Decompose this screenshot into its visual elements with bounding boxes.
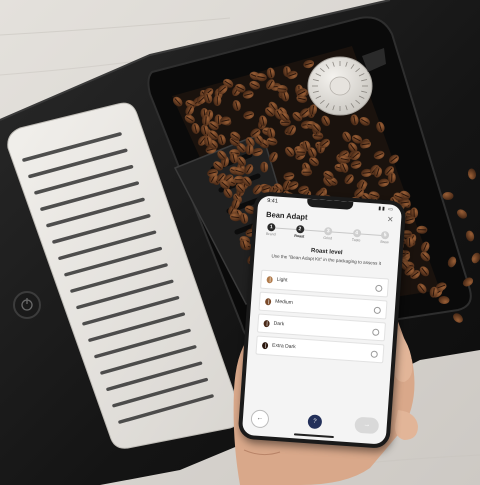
next-button[interactable]: → — [354, 416, 380, 435]
bottom-actions: ← ? → — [250, 409, 380, 435]
roast-option-label: Medium — [274, 298, 294, 306]
help-button[interactable]: ? — [307, 414, 323, 430]
step-label: Taste — [351, 237, 361, 243]
home-indicator — [293, 433, 334, 439]
back-button[interactable]: ← — [250, 409, 270, 429]
step-taste: 4 Taste — [343, 228, 370, 243]
radio-button[interactable] — [375, 284, 383, 292]
step-roast: 2 Roast — [286, 224, 313, 239]
roast-option-label: Extra Dark — [271, 342, 296, 351]
roast-option-label: Light — [276, 276, 288, 284]
step-label: Roast — [294, 233, 305, 239]
step-brand: 1 Brand — [258, 222, 285, 237]
coffee-bean-icon — [261, 341, 269, 350]
step-grind: 3 Grind — [315, 226, 342, 241]
step-label: Brew — [380, 239, 389, 245]
step-number: 5 — [380, 230, 390, 240]
coffee-bean-icon — [266, 276, 273, 284]
page-title: Bean Adapt — [265, 209, 308, 222]
step-number: 3 — [323, 226, 333, 236]
coffee-bean-icon — [263, 319, 270, 328]
step-number: 4 — [352, 228, 361, 238]
signal-battery-icon: ▮▮ ▭ — [378, 205, 395, 213]
step-number: 1 — [267, 222, 276, 232]
smartphone: 9:41 ▮▮ ▭ Bean Adapt × 1 Brand 2 Roast 3 Grin… — [237, 191, 407, 449]
coffee-bean-icon — [264, 297, 272, 306]
app-screen: 9:41 ▮▮ ▭ Bean Adapt × 1 Brand 2 Roast 3 Grin… — [241, 195, 403, 445]
radio-button[interactable] — [372, 328, 380, 336]
radio-button[interactable] — [370, 349, 379, 358]
phone-notch — [306, 198, 354, 210]
step-brew: 5 Brew — [371, 230, 398, 245]
status-time: 9:41 — [266, 197, 279, 205]
roast-options-list: Light Medium Dark Extra Dark — [255, 269, 390, 367]
close-icon[interactable]: × — [387, 214, 394, 225]
radio-button[interactable] — [373, 306, 382, 314]
roast-option-label: Dark — [273, 320, 285, 328]
step-label: Brand — [265, 231, 276, 237]
step-number: 2 — [295, 224, 305, 234]
step-label: Grind — [323, 235, 333, 241]
